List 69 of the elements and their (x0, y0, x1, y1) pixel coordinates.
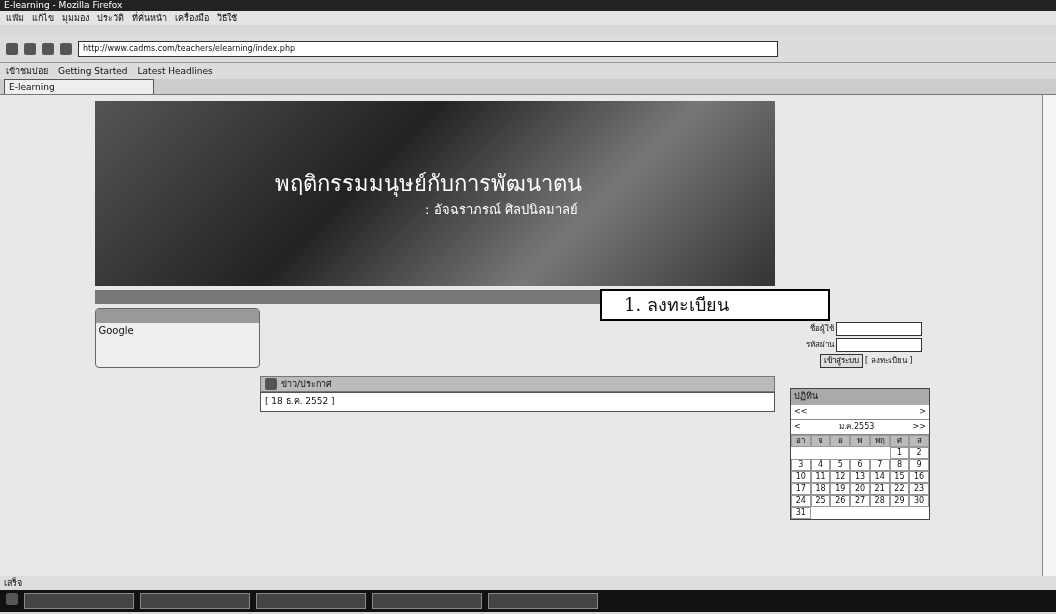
callout-label: 1. ลงทะเบียน (600, 289, 830, 321)
calendar-day[interactable]: 13 (850, 470, 870, 483)
calendar-day[interactable]: 17 (791, 482, 811, 495)
taskbar-button[interactable] (256, 593, 366, 609)
calendar-day[interactable]: 20 (850, 482, 870, 495)
address-field[interactable]: http://www.cadms.com/teachers/elearning/index.php (78, 40, 778, 57)
calendar-day[interactable]: 8 (889, 458, 910, 471)
bookmark-link[interactable]: เข้าชมบ่อย (6, 63, 48, 79)
calendar-day[interactable]: 25 (810, 494, 831, 507)
calendar-day[interactable]: 9 (909, 458, 929, 471)
menu-item[interactable]: แก้ไข (32, 11, 54, 25)
field-label: ชื่อผู้ใช้ (809, 323, 834, 335)
news-title: ข่าว/ประกาศ (281, 378, 333, 391)
bookmark-link[interactable]: Getting Started (58, 63, 128, 79)
menu-item[interactable]: วิธีใช้ (217, 11, 237, 25)
calendar-day[interactable]: 6 (850, 458, 870, 471)
register-link[interactable]: [ ลงทะเบียน ] (865, 355, 913, 367)
taskbar-button[interactable] (372, 593, 482, 609)
sidebar-link[interactable]: Google (96, 323, 259, 338)
taskbar-button[interactable] (24, 593, 134, 609)
menu-item[interactable]: ประวัติ (97, 11, 124, 25)
prev-month-button[interactable]: < (794, 420, 801, 433)
taskbar-button[interactable] (140, 593, 250, 609)
calendar-day[interactable]: 10 (791, 470, 811, 483)
calendar-day[interactable]: 15 (889, 470, 910, 483)
window-title: E-learning - Mozilla Firefox (0, 0, 1056, 11)
calendar-day[interactable]: 21 (869, 482, 890, 495)
status-text: เสร็จ (0, 576, 1056, 590)
menu-item[interactable]: เครื่องมือ (175, 11, 209, 25)
calendar-day[interactable]: 1 (889, 446, 910, 459)
calendar-day[interactable]: 28 (869, 494, 890, 507)
calendar-month: ม.ค.2553 (838, 420, 875, 433)
prev-year-button[interactable]: << (794, 405, 808, 418)
calendar-day[interactable]: 2 (909, 446, 929, 459)
calendar-day[interactable]: 22 (889, 482, 910, 495)
calendar-day[interactable]: 14 (869, 470, 890, 483)
calendar-day[interactable]: 12 (830, 470, 851, 483)
menu-item[interactable]: ที่คั่นหน้า (132, 11, 167, 25)
banner-author: : อัจฉราภรณ์ ศิลปนิลมาลย์ (424, 201, 579, 220)
login-button[interactable]: เข้าสู่ระบบ (820, 354, 863, 368)
banner-title: พฤติกรรมมนุษย์กับการพัฒนาตน (275, 170, 583, 199)
next-month-button[interactable]: > (919, 405, 926, 418)
calendar-day[interactable]: 18 (810, 482, 831, 495)
calendar-day[interactable]: 16 (909, 470, 929, 483)
menu-item[interactable]: มุมมอง (62, 11, 89, 25)
field-label: รหัสผ่าน (805, 339, 834, 351)
taskbar-button[interactable] (488, 593, 598, 609)
scrollbar[interactable] (1042, 95, 1056, 576)
calendar-day[interactable]: 31 (791, 506, 811, 519)
bookmark-link[interactable]: Latest Headlines (137, 63, 213, 79)
input-field[interactable] (836, 322, 922, 336)
menu-item[interactable]: แฟ้ม (6, 11, 24, 25)
calendar-day[interactable]: 19 (830, 482, 851, 495)
calendar-day[interactable]: 5 (830, 458, 851, 471)
calendar-day[interactable]: 26 (830, 494, 851, 507)
calendar-day[interactable]: 4 (810, 458, 831, 471)
input-field[interactable] (836, 338, 922, 352)
calendar-day[interactable]: 23 (909, 482, 929, 495)
calendar-day[interactable]: 27 (850, 494, 870, 507)
news-item[interactable]: [ 18 ธ.ค. 2552 ] (260, 392, 775, 412)
calendar-day[interactable]: 30 (909, 494, 929, 507)
calendar-day[interactable]: 7 (869, 458, 890, 471)
next-year-button[interactable]: >> (912, 420, 926, 433)
calendar-title: ปฏิทิน (791, 389, 929, 405)
calendar-day[interactable]: 29 (889, 494, 910, 507)
calendar-day[interactable]: 11 (810, 470, 831, 483)
browser-tab[interactable]: E-learning (4, 79, 154, 94)
calendar-day[interactable]: 3 (791, 458, 811, 471)
calendar-day[interactable]: 24 (791, 494, 811, 507)
